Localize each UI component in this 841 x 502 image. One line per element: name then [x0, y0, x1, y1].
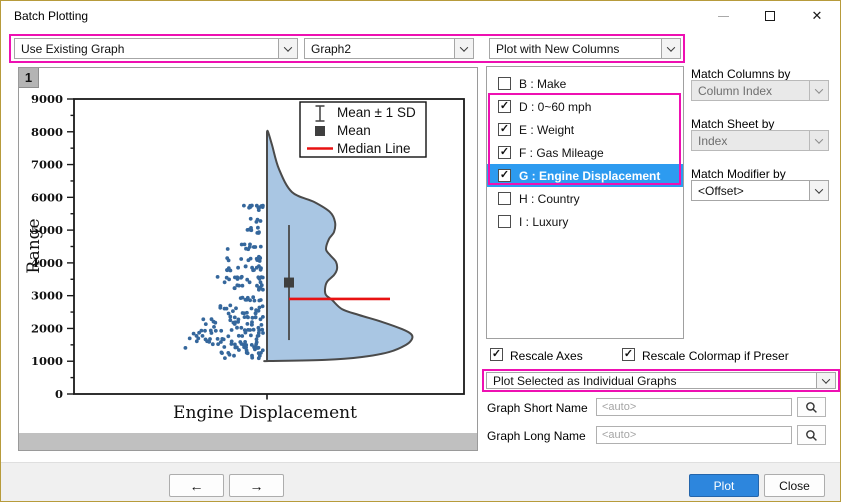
- chevron-down-icon[interactable]: [661, 39, 680, 58]
- svg-text:Range: Range: [24, 218, 44, 273]
- column-list-item[interactable]: B : Make: [487, 72, 683, 95]
- match-columns-value: Column Index: [692, 84, 809, 98]
- graph-short-name-browse-button[interactable]: [797, 397, 826, 417]
- graph-select-dropdown[interactable]: Graph2: [304, 38, 474, 59]
- match-modifier-dropdown[interactable]: <Offset>: [691, 180, 829, 201]
- svg-text:7000: 7000: [31, 158, 63, 172]
- column-checkbox[interactable]: [498, 215, 511, 228]
- column-checkbox[interactable]: [498, 77, 511, 90]
- maximize-icon: [765, 11, 775, 21]
- chevron-down-icon[interactable]: [278, 39, 297, 58]
- column-list-item[interactable]: ✓ G : Engine Displacement: [487, 164, 683, 187]
- match-sheet-dropdown: Index: [691, 130, 829, 151]
- svg-text:Mean ± 1 SD: Mean ± 1 SD: [337, 105, 416, 120]
- plot-mode-dropdown[interactable]: Plot with New Columns: [489, 38, 681, 59]
- svg-text:1000: 1000: [31, 354, 63, 368]
- chevron-down-icon[interactable]: [816, 373, 835, 388]
- rescale-colormap-checkbox[interactable]: ✓: [622, 348, 635, 361]
- close-icon: ✕: [812, 8, 823, 24]
- graph-preview-panel: 0100020003000400050006000700080009000Eng…: [18, 67, 478, 451]
- match-columns-dropdown: Column Index: [691, 80, 829, 101]
- plot-button[interactable]: Plot: [689, 474, 759, 497]
- plot-mode-value: Plot with New Columns: [490, 42, 661, 56]
- chevron-down-icon[interactable]: [809, 181, 828, 200]
- search-icon: [805, 401, 818, 414]
- column-list[interactable]: B : Make ✓ D : 0~60 mph ✓ E : Weight ✓ F : Gas…: [486, 66, 684, 339]
- dialog-title: Batch Plotting: [14, 9, 88, 23]
- graph-long-name-input[interactable]: [596, 426, 792, 444]
- preview-page-tab[interactable]: 1: [19, 68, 39, 88]
- match-modifier-label: Match Modifier by: [691, 167, 786, 181]
- column-checkbox[interactable]: ✓: [498, 123, 511, 136]
- column-list-item[interactable]: I : Luxury: [487, 210, 683, 233]
- minimize-button[interactable]: [700, 1, 746, 31]
- rescale-colormap-label: Rescale Colormap if Preser: [642, 349, 789, 363]
- forward-button[interactable]: →: [229, 474, 284, 497]
- rescale-axes-label: Rescale Axes: [510, 349, 583, 363]
- graph-short-name-label: Graph Short Name: [487, 401, 588, 415]
- batch-mode-value: Use Existing Graph: [15, 42, 278, 56]
- match-sheet-value: Index: [692, 134, 809, 148]
- graph-preview: 0100020003000400050006000700080009000Eng…: [19, 68, 477, 433]
- close-dialog-button[interactable]: Close: [764, 474, 825, 497]
- match-sheet-label: Match Sheet by: [691, 117, 774, 131]
- graph-short-name-input[interactable]: [596, 398, 792, 416]
- svg-text:3000: 3000: [31, 289, 63, 303]
- minimize-icon: [718, 16, 729, 17]
- column-label: B : Make: [519, 77, 566, 91]
- column-label: F : Gas Mileage: [519, 146, 604, 160]
- column-checkbox[interactable]: [498, 192, 511, 205]
- svg-text:2000: 2000: [31, 321, 63, 335]
- svg-text:8000: 8000: [31, 125, 63, 139]
- column-label: I : Luxury: [519, 215, 568, 229]
- svg-text:Median Line: Median Line: [337, 141, 411, 156]
- column-label: G : Engine Displacement: [519, 169, 660, 183]
- arrow-left-icon: ←: [190, 478, 204, 494]
- back-button[interactable]: ←: [169, 474, 224, 497]
- preview-margin: [19, 433, 477, 450]
- column-list-item[interactable]: ✓ D : 0~60 mph: [487, 95, 683, 118]
- graph-select-value: Graph2: [305, 42, 454, 56]
- column-label: E : Weight: [519, 123, 574, 137]
- arrow-right-icon: →: [250, 478, 264, 494]
- svg-text:Mean: Mean: [337, 123, 371, 138]
- svg-text:Engine Displacement: Engine Displacement: [173, 403, 357, 423]
- svg-text:0: 0: [55, 387, 63, 401]
- column-checkbox[interactable]: ✓: [498, 100, 511, 113]
- batch-mode-dropdown[interactable]: Use Existing Graph: [14, 38, 298, 59]
- match-columns-label: Match Columns by: [691, 67, 790, 81]
- title-bar: Batch Plotting ✕: [1, 1, 840, 31]
- chevron-down-icon: [809, 131, 828, 150]
- maximize-button[interactable]: [747, 1, 793, 31]
- column-list-item[interactable]: ✓ E : Weight: [487, 118, 683, 141]
- column-list-item[interactable]: H : Country: [487, 187, 683, 210]
- column-label: H : Country: [519, 192, 580, 206]
- chevron-down-icon: [809, 81, 828, 100]
- chevron-down-icon[interactable]: [454, 39, 473, 58]
- rescale-axes-checkbox[interactable]: ✓: [490, 348, 503, 361]
- column-checkbox[interactable]: ✓: [498, 146, 511, 159]
- svg-text:9000: 9000: [31, 92, 63, 106]
- column-list-item[interactable]: ✓ F : Gas Mileage: [487, 141, 683, 164]
- column-label: D : 0~60 mph: [519, 100, 591, 114]
- plot-as-dropdown[interactable]: Plot Selected as Individual Graphs: [486, 372, 836, 389]
- graph-long-name-browse-button[interactable]: [797, 425, 826, 445]
- close-button[interactable]: ✕: [794, 1, 840, 31]
- match-modifier-value: <Offset>: [692, 184, 809, 198]
- svg-text:6000: 6000: [31, 190, 63, 204]
- footer-bar: ← → Plot Close: [1, 462, 840, 502]
- search-icon: [805, 429, 818, 442]
- graph-long-name-label: Graph Long Name: [487, 429, 586, 443]
- batch-plotting-dialog: Batch Plotting ✕ Use Existing Graph Grap…: [0, 0, 841, 502]
- plot-as-value: Plot Selected as Individual Graphs: [487, 374, 816, 388]
- column-checkbox[interactable]: ✓: [498, 169, 511, 182]
